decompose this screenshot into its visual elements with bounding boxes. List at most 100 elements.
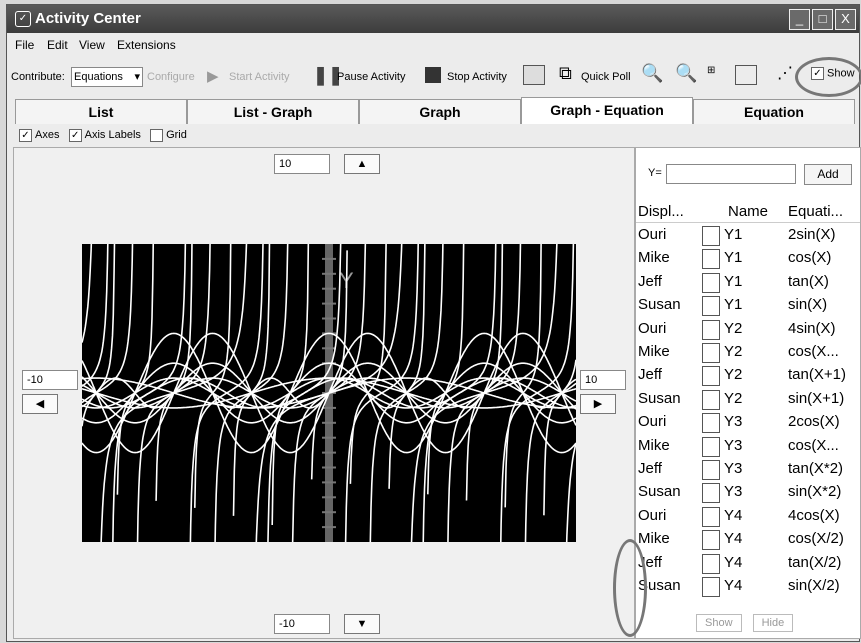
stop-activity-button[interactable]: Stop Activity	[447, 71, 507, 83]
table-row[interactable]: Mike Y4 cos(X/2)	[636, 528, 860, 551]
table-row[interactable]: Ouri Y1 2sin(X)	[636, 224, 860, 247]
graph-options: ✓ Axes ✓ Axis Labels Grid	[19, 129, 187, 142]
col-equation[interactable]: Equati...	[788, 203, 843, 220]
xmin-input[interactable]: -10	[22, 370, 78, 390]
tab-equation[interactable]: Equation	[693, 99, 855, 124]
row-display: Ouri	[638, 413, 667, 431]
scatter-icon[interactable]: ⋰	[777, 63, 793, 83]
table-row[interactable]: Jeff Y1 tan(X)	[636, 271, 860, 294]
table-row[interactable]: Mike Y1 cos(X)	[636, 247, 860, 270]
row-equation: sin(X)	[788, 296, 828, 314]
row-visibility-checkbox[interactable]	[702, 483, 720, 504]
row-visibility-checkbox[interactable]	[702, 436, 720, 457]
zoom-out-icon[interactable]: 🔍	[675, 63, 697, 84]
row-visibility-checkbox[interactable]	[702, 226, 720, 246]
table-row[interactable]: Ouri Y4 4cos(X)	[636, 505, 860, 528]
col-display[interactable]: Displ...	[638, 203, 684, 220]
row-equation: tan(X+1)	[788, 366, 846, 384]
highlight-ellipse-show	[795, 57, 861, 97]
row-equation: cos(X)	[788, 249, 832, 267]
tab-list[interactable]: List	[15, 99, 187, 124]
col-name[interactable]: Name	[728, 203, 768, 220]
menu-file[interactable]: File	[15, 38, 34, 52]
row-visibility-checkbox[interactable]	[702, 272, 720, 293]
table-row[interactable]: Susan Y4 sin(X/2)	[636, 575, 860, 598]
table-row[interactable]: Mike Y3 cos(X...	[636, 435, 860, 458]
graph-plot-area[interactable]: Y	[81, 213, 577, 573]
row-visibility-checkbox[interactable]	[702, 553, 720, 574]
row-display: Jeff	[638, 366, 662, 384]
hide-button[interactable]: Hide	[752, 614, 794, 632]
add-button[interactable]: Add	[804, 164, 852, 185]
row-visibility-checkbox[interactable]	[702, 319, 720, 340]
table-row[interactable]: Ouri Y2 4sin(X)	[636, 318, 860, 341]
window-settings-icon[interactable]: ⊞	[707, 65, 715, 76]
table-row[interactable]: Mike Y2 cos(X...	[636, 341, 860, 364]
close-button[interactable]: X	[835, 9, 856, 30]
chart-icon[interactable]	[523, 65, 545, 85]
stop-icon	[425, 67, 441, 83]
row-display: Mike	[638, 530, 670, 548]
start-activity-button[interactable]: Start Activity	[229, 71, 290, 83]
row-name: Y3	[724, 483, 743, 501]
table-row[interactable]: Jeff Y3 tan(X*2)	[636, 458, 860, 481]
row-visibility-checkbox[interactable]	[702, 413, 720, 434]
axes-checkbox[interactable]: ✓	[19, 129, 32, 142]
row-visibility-checkbox[interactable]	[702, 530, 720, 551]
row-display: Susan	[638, 296, 681, 314]
grid-checkbox[interactable]	[150, 129, 164, 142]
table-row[interactable]: Susan Y1 sin(X)	[636, 294, 860, 317]
row-name: Y1	[724, 226, 743, 243]
grid-toggle[interactable]: Grid	[150, 129, 187, 142]
table-row[interactable]: Jeff Y2 tan(X+1)	[636, 364, 860, 387]
table-row[interactable]: Susan Y2 sin(X+1)	[636, 388, 860, 411]
title-bar: ✓ Activity Center _ □ X	[7, 5, 859, 33]
show-button[interactable]: Show	[696, 614, 742, 632]
menu-edit[interactable]: Edit	[47, 38, 68, 52]
contribute-label: Contribute:	[11, 71, 65, 83]
menu-extensions[interactable]: Extensions	[117, 38, 176, 52]
minimize-button[interactable]: _	[789, 9, 810, 30]
axis-labels-toggle[interactable]: ✓ Axis Labels	[68, 129, 141, 142]
row-visibility-checkbox[interactable]	[702, 366, 720, 387]
maximize-button[interactable]: □	[812, 9, 833, 30]
ymin-input[interactable]: -10	[274, 614, 330, 634]
xmax-input[interactable]: 10	[580, 370, 626, 390]
quick-poll-button[interactable]: Quick Poll	[581, 71, 631, 83]
row-visibility-checkbox[interactable]	[702, 506, 720, 527]
scroll-up-button[interactable]: ▲	[344, 154, 380, 174]
row-name: Y1	[724, 272, 743, 290]
row-visibility-checkbox[interactable]	[702, 249, 720, 270]
menu-view[interactable]: View	[79, 38, 105, 52]
scroll-left-button[interactable]: ◀	[22, 394, 58, 414]
row-equation: 4sin(X)	[788, 319, 836, 337]
row-equation: tan(X)	[788, 272, 829, 290]
row-name: Y2	[724, 366, 743, 384]
row-visibility-checkbox[interactable]	[702, 296, 720, 317]
table-row[interactable]: Susan Y3 sin(X*2)	[636, 481, 860, 504]
axes-toggle[interactable]: ✓ Axes	[19, 129, 59, 142]
row-visibility-checkbox[interactable]	[702, 460, 720, 480]
table-row[interactable]: Ouri Y3 2cos(X)	[636, 411, 860, 434]
tab-graph-equation[interactable]: Graph - Equation	[521, 97, 693, 124]
package-icon: ⧉	[559, 63, 572, 83]
equation-input[interactable]	[666, 164, 796, 184]
row-visibility-checkbox[interactable]	[702, 577, 720, 597]
contribute-select[interactable]: Equations ▾	[71, 67, 143, 87]
tab-list-graph[interactable]: List - Graph	[187, 99, 359, 124]
table-row[interactable]: Jeff Y4 tan(X/2)	[636, 552, 860, 575]
axis-labels-checkbox[interactable]: ✓	[68, 129, 82, 142]
row-visibility-checkbox[interactable]	[702, 389, 720, 410]
scroll-right-button[interactable]: ▶	[580, 394, 616, 414]
configure-button[interactable]: Configure	[147, 71, 195, 83]
graph-view-icon[interactable]	[735, 65, 757, 85]
tab-graph[interactable]: Graph	[359, 99, 521, 124]
row-visibility-checkbox[interactable]	[702, 343, 720, 363]
pause-activity-button[interactable]: Pause Activity	[337, 71, 405, 83]
row-equation: tan(X/2)	[788, 553, 842, 571]
ymax-input[interactable]: 10	[274, 154, 330, 174]
scroll-down-button[interactable]: ▼	[344, 614, 380, 634]
zoom-in-icon[interactable]: 🔍	[641, 63, 663, 84]
row-name: Y4	[724, 553, 743, 571]
table-footer: Show Hide	[696, 614, 801, 632]
